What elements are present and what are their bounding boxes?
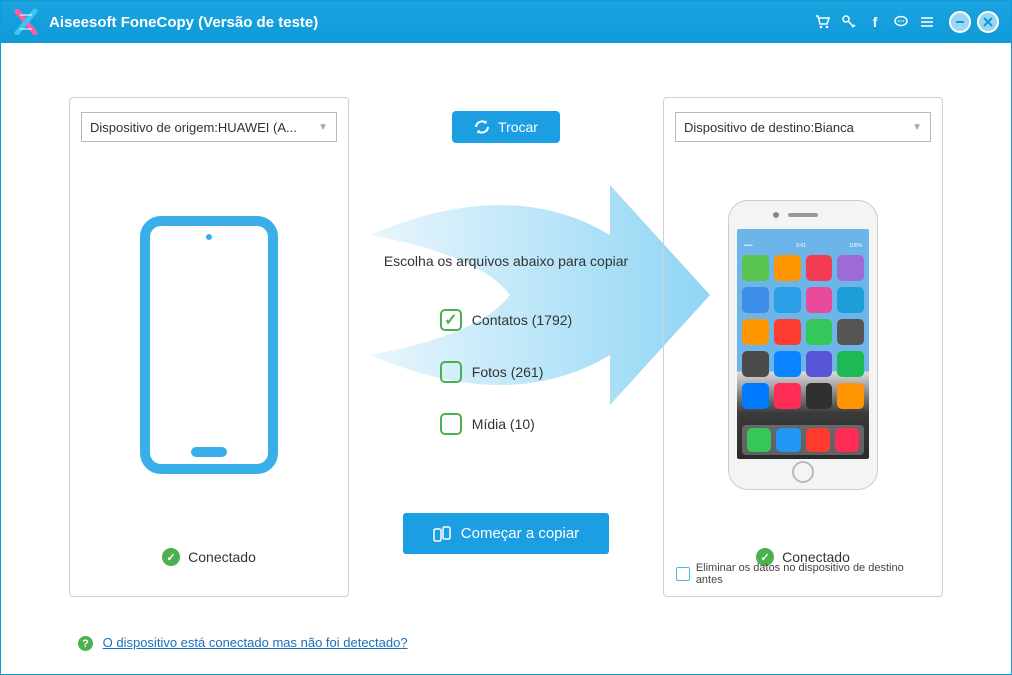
window-buttons bbox=[949, 11, 999, 33]
source-status-label: Conectado bbox=[188, 549, 256, 565]
check-icon: ✓ bbox=[162, 548, 180, 566]
target-device-label: Dispositivo de destino:Bianca bbox=[684, 120, 854, 135]
copy-icon bbox=[433, 526, 451, 542]
target-phone-area: •••••9:41100% bbox=[676, 142, 930, 548]
titlebar: Aiseesoft FoneCopy (Versão de teste) f bbox=[1, 1, 1011, 43]
app-title: Aiseesoft FoneCopy (Versão de teste) bbox=[49, 14, 815, 31]
target-device-dropdown[interactable]: Dispositivo de destino:Bianca ▼ bbox=[675, 112, 931, 142]
source-device-label: Dispositivo de origem:HUAWEI (A... bbox=[90, 120, 297, 135]
eliminate-option[interactable]: Eliminar os datos no dispositivo de dest… bbox=[676, 562, 930, 586]
help-link[interactable]: O dispositivo está conectado mas não foi… bbox=[103, 635, 408, 650]
chevron-down-icon: ▼ bbox=[318, 122, 328, 133]
source-panel: Dispositivo de origem:HUAWEI (A... ▼ ✓ C… bbox=[69, 97, 349, 597]
checkbox-icon bbox=[440, 361, 462, 383]
titlebar-icons: f bbox=[815, 14, 935, 30]
instruction-text: Escolha os arquivos abaixo para copiar bbox=[384, 253, 628, 269]
checkbox-icon bbox=[676, 567, 690, 581]
cart-icon[interactable] bbox=[815, 14, 831, 30]
menu-icon[interactable] bbox=[919, 14, 935, 30]
eliminate-label: Eliminar os datos no dispositivo de dest… bbox=[696, 562, 930, 586]
target-phone-illustration: •••••9:41100% bbox=[728, 200, 878, 490]
swap-icon bbox=[474, 119, 490, 135]
option-photos[interactable]: Fotos (261) bbox=[440, 361, 544, 383]
key-icon[interactable] bbox=[841, 14, 857, 30]
help-link-area: ? O dispositivo está conectado mas não f… bbox=[78, 635, 408, 652]
chat-icon[interactable] bbox=[893, 14, 909, 30]
option-media-label: Mídia (10) bbox=[472, 416, 535, 432]
swap-label: Trocar bbox=[498, 119, 538, 135]
facebook-icon[interactable]: f bbox=[867, 14, 883, 30]
swap-button[interactable]: Trocar bbox=[452, 111, 560, 143]
source-phone-icon bbox=[139, 215, 279, 475]
target-panel: Dispositivo de destino:Bianca ▼ •••••9:4… bbox=[663, 97, 943, 597]
options-list: Contatos (1792) Fotos (261) Mídia (10) bbox=[440, 309, 572, 435]
center-panel: Trocar Escolha os arquivos abaixo para c… bbox=[369, 97, 643, 597]
chevron-down-icon: ▼ bbox=[912, 122, 922, 133]
option-media[interactable]: Mídia (10) bbox=[440, 413, 535, 435]
close-button[interactable] bbox=[977, 11, 999, 33]
main-content: Dispositivo de origem:HUAWEI (A... ▼ ✓ C… bbox=[1, 43, 1011, 597]
option-contacts[interactable]: Contatos (1792) bbox=[440, 309, 572, 331]
copy-label: Começar a copiar bbox=[461, 525, 579, 542]
option-contacts-label: Contatos (1792) bbox=[472, 312, 572, 328]
option-photos-label: Fotos (261) bbox=[472, 364, 544, 380]
source-status: ✓ Conectado bbox=[162, 548, 256, 566]
start-copy-button[interactable]: Começar a copiar bbox=[403, 513, 609, 554]
checkbox-checked-icon bbox=[440, 309, 462, 331]
checkbox-icon bbox=[440, 413, 462, 435]
help-icon: ? bbox=[78, 636, 93, 651]
app-logo-icon bbox=[13, 9, 39, 35]
source-phone-area bbox=[82, 142, 336, 548]
minimize-button[interactable] bbox=[949, 11, 971, 33]
source-device-dropdown[interactable]: Dispositivo de origem:HUAWEI (A... ▼ bbox=[81, 112, 337, 142]
